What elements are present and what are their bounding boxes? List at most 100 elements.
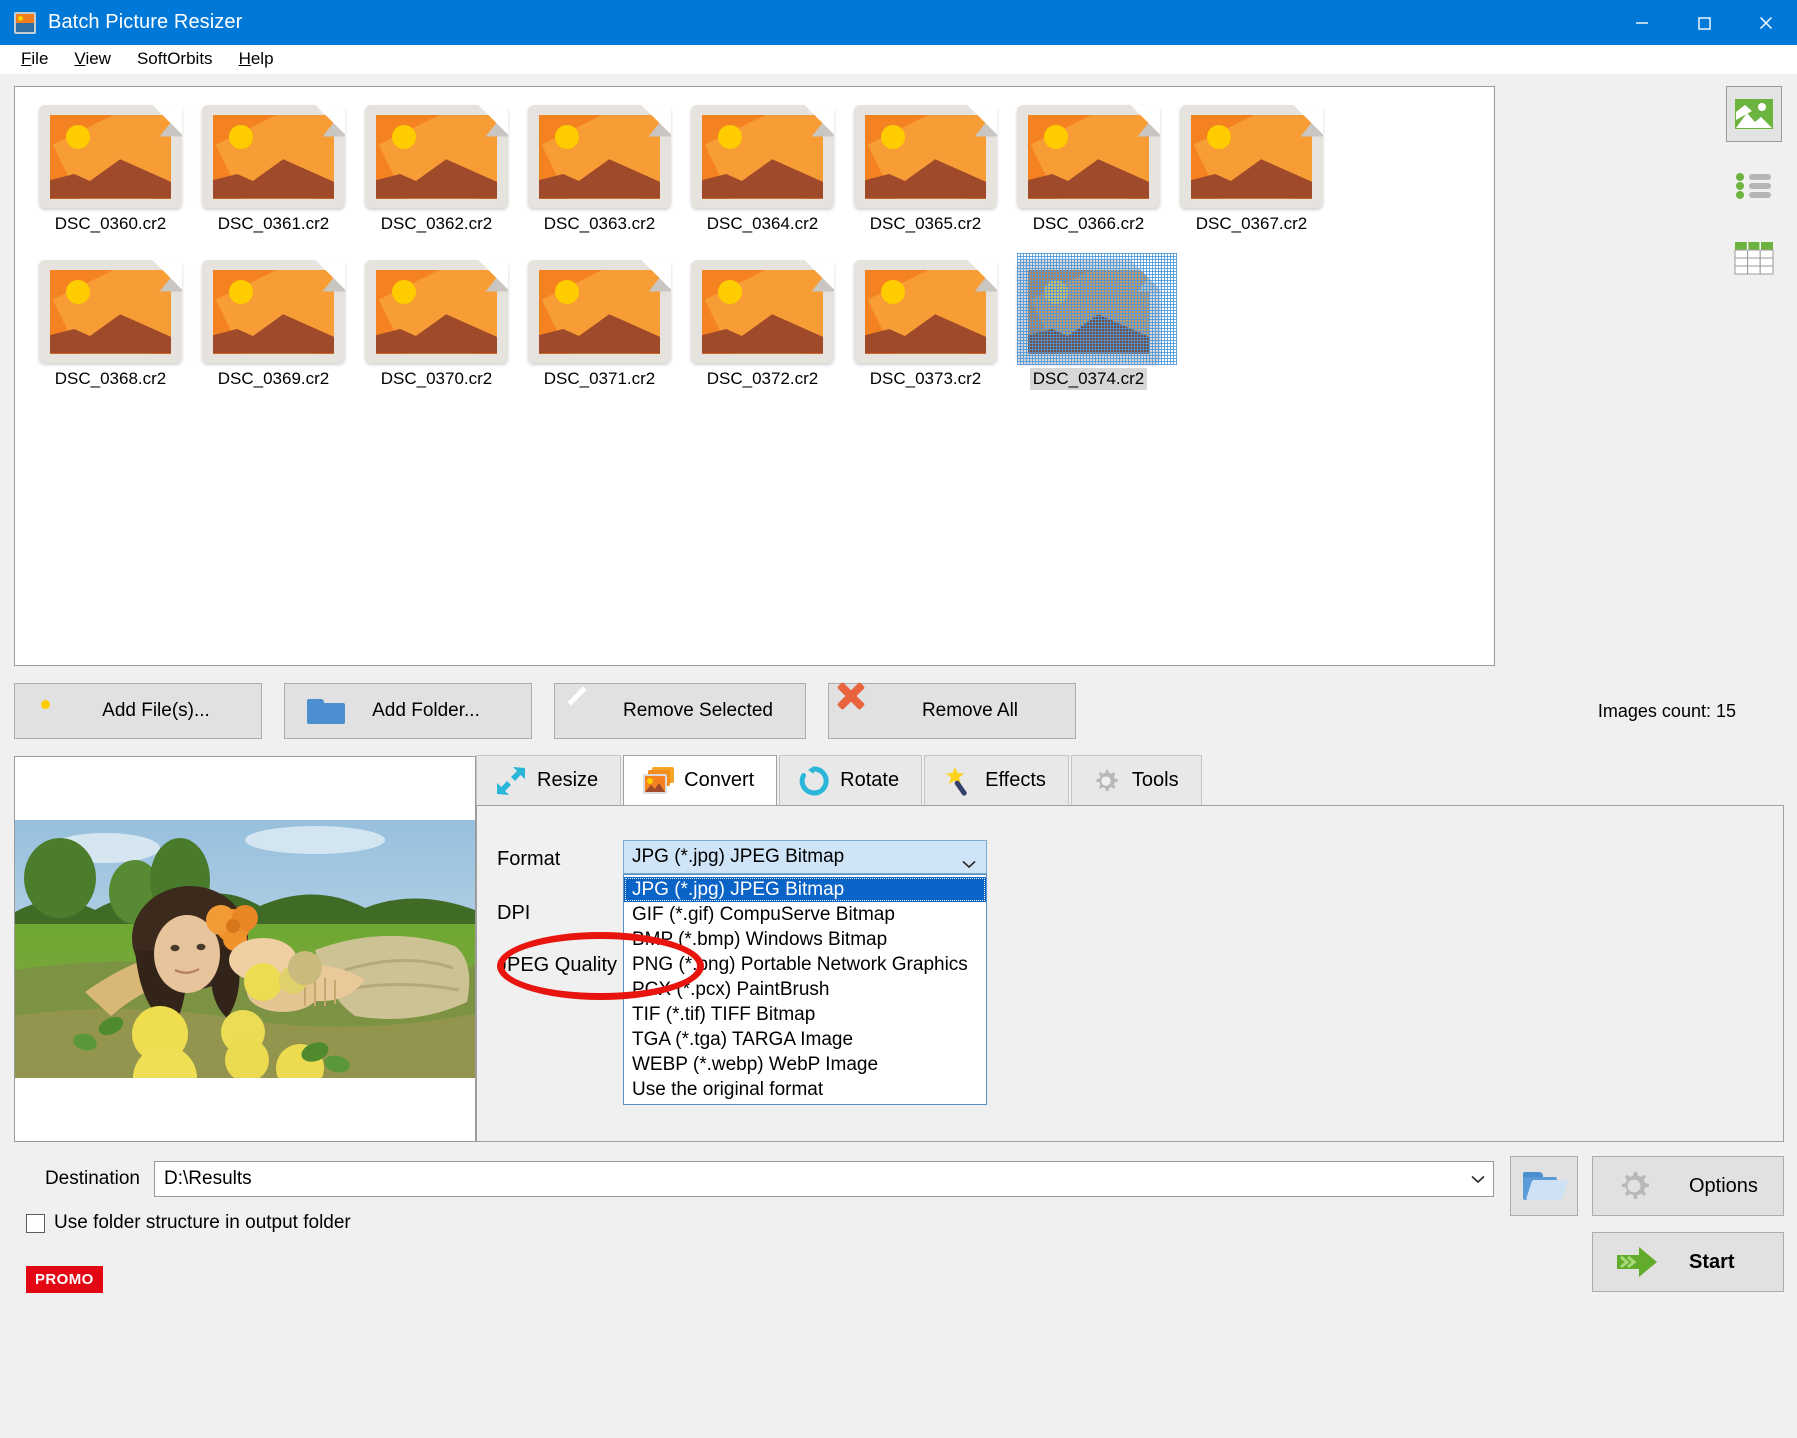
format-dropdown-list[interactable]: JPG (*.jpg) JPEG BitmapGIF (*.gif) Compu…: [623, 874, 987, 1105]
format-option[interactable]: TGA (*.tga) TARGA Image: [624, 1027, 986, 1052]
remove-selected-label: Remove Selected: [587, 700, 773, 722]
tab-convert[interactable]: Convert: [623, 755, 777, 805]
tab-convert-label: Convert: [684, 769, 754, 792]
thumbnail-image: [854, 256, 997, 366]
format-option[interactable]: GIF (*.gif) CompuServe Bitmap: [624, 902, 986, 927]
thumbnail-item[interactable]: DSC_0365.cr2: [844, 101, 1007, 256]
format-option[interactable]: PCX (*.pcx) PaintBrush: [624, 977, 986, 1002]
menu-softorbits[interactable]: SoftOrbits: [124, 46, 226, 72]
thumbnail-image: [202, 101, 345, 211]
thumbnail-image: [202, 256, 345, 366]
thumbnail-label: DSC_0374.cr2: [1030, 368, 1148, 390]
thumbnail-item[interactable]: DSC_0364.cr2: [681, 101, 844, 256]
tab-effects[interactable]: Effects: [924, 755, 1069, 805]
close-button[interactable]: [1735, 0, 1797, 45]
thumbnail-item[interactable]: DSC_0369.cr2: [192, 256, 355, 411]
thumbnail-label: DSC_0370.cr2: [378, 368, 496, 390]
images-count-label: Images count: 15: [1598, 701, 1736, 722]
thumbnail-label: DSC_0360.cr2: [52, 213, 170, 235]
tab-rotate-label: Rotate: [840, 769, 899, 792]
gear-icon: [1090, 766, 1122, 796]
chevron-down-icon: [962, 853, 976, 862]
start-button[interactable]: Start: [1592, 1232, 1784, 1292]
maximize-button[interactable]: [1673, 0, 1735, 45]
thumbnail-item[interactable]: DSC_0362.cr2: [355, 101, 518, 256]
thumbnail-image: [365, 101, 508, 211]
window-controls: [1611, 0, 1797, 45]
thumbnail-label: DSC_0372.cr2: [704, 368, 822, 390]
format-option[interactable]: Use the original format: [624, 1077, 986, 1102]
preview-image: [15, 820, 475, 1078]
magic-wand-icon: [943, 766, 975, 796]
thumbnail-image: [691, 101, 834, 211]
thumbnail-grid: DSC_0360.cr2 DSC_0361.cr2DSC_0362.cr2 DSC_…: [15, 87, 1494, 411]
remove-all-label: Remove All: [886, 700, 1018, 722]
menu-bar: FFileile View SoftOrbits Help: [0, 45, 1797, 74]
folder-structure-checkbox[interactable]: [26, 1214, 45, 1233]
green-arrow-icon: [1615, 1245, 1659, 1279]
thumbnail-image: [1017, 256, 1160, 366]
application-window: Batch Picture Resizer FFileile View Soft…: [0, 0, 1797, 1438]
thumbnail-image: [528, 256, 671, 366]
file-list-panel[interactable]: DSC_0360.cr2 DSC_0361.cr2DSC_0362.cr2 DSC_…: [14, 86, 1495, 666]
destination-value: D:\Results: [164, 1168, 252, 1190]
add-folder-button[interactable]: Add Folder...: [284, 683, 532, 739]
thumbnail-item[interactable]: DSC_0371.cr2: [518, 256, 681, 411]
thumbnail-item[interactable]: DSC_0374.cr2: [1007, 256, 1170, 411]
thumbnail-image: [1180, 101, 1323, 211]
file-actions-row: Add File(s)... Add Folder... Remove Sele…: [14, 682, 1784, 740]
tab-rotate[interactable]: Rotate: [779, 755, 922, 805]
thumbnail-item[interactable]: DSC_0370.cr2: [355, 256, 518, 411]
menu-help[interactable]: Help: [226, 46, 287, 72]
destination-input[interactable]: D:\Results: [154, 1161, 1494, 1197]
list-view-button[interactable]: [1726, 158, 1782, 214]
options-button[interactable]: Options: [1592, 1156, 1784, 1216]
format-option[interactable]: WEBP (*.webp) WebP Image: [624, 1052, 986, 1077]
tab-resize[interactable]: Resize: [476, 755, 621, 805]
thumbnail-label: DSC_0366.cr2: [1030, 213, 1148, 235]
thumbnail-label: DSC_0369.cr2: [215, 368, 333, 390]
tab-tools[interactable]: Tools: [1071, 755, 1202, 805]
thumbnail-image: [854, 101, 997, 211]
thumbnail-image: [39, 256, 182, 366]
folder-structure-row[interactable]: Use folder structure in output folder: [26, 1212, 351, 1234]
app-icon: [14, 12, 36, 34]
thumbnail-label: DSC_0367.cr2: [1193, 213, 1311, 235]
thumbnail-item[interactable]: DSC_0360.cr2: [29, 101, 192, 256]
thumbnail-item[interactable]: DSC_0361.cr2: [192, 101, 355, 256]
format-option[interactable]: PNG (*.png) Portable Network Graphics: [624, 952, 986, 977]
add-files-button[interactable]: Add File(s)...: [14, 683, 262, 739]
thumbnail-item[interactable]: DSC_0366.cr2: [1007, 101, 1170, 256]
thumbnail-view-button[interactable]: [1726, 86, 1782, 142]
thumbnail-item[interactable]: DSC_0372.cr2: [681, 256, 844, 411]
menu-view[interactable]: View: [61, 46, 124, 72]
remove-all-button[interactable]: Remove All: [828, 683, 1076, 739]
table-icon: [1734, 241, 1774, 275]
thumbnail-item[interactable]: DSC_0363.cr2: [518, 101, 681, 256]
menu-file[interactable]: FFileile: [8, 46, 61, 72]
thumbnail-item[interactable]: DSC_0367.cr2: [1170, 101, 1333, 256]
format-option[interactable]: JPG (*.jpg) JPEG Bitmap: [624, 877, 986, 902]
thumbnail-label: DSC_0363.cr2: [541, 213, 659, 235]
chevron-down-icon[interactable]: [1471, 1168, 1485, 1190]
promo-badge[interactable]: PROMO: [26, 1266, 103, 1293]
details-view-button[interactable]: [1726, 230, 1782, 286]
thumbnail-item[interactable]: DSC_0368.cr2: [29, 256, 192, 411]
rotate-icon: [798, 766, 830, 796]
folder-structure-label: Use folder structure in output folder: [54, 1212, 351, 1234]
remove-selected-button[interactable]: Remove Selected: [554, 683, 806, 739]
tab-resize-label: Resize: [537, 769, 598, 792]
minimize-button[interactable]: [1611, 0, 1673, 45]
format-option[interactable]: BMP (*.bmp) Windows Bitmap: [624, 927, 986, 952]
options-label: Options: [1689, 1175, 1758, 1198]
format-option[interactable]: TIF (*.tif) TIFF Bitmap: [624, 1002, 986, 1027]
format-label: Format: [497, 848, 560, 871]
thumbnail-label: DSC_0373.cr2: [867, 368, 985, 390]
format-combobox[interactable]: JPG (*.jpg) JPEG Bitmap: [623, 840, 987, 874]
cross-icon: [851, 696, 885, 726]
browse-destination-button[interactable]: [1510, 1156, 1578, 1216]
destination-label: Destination: [14, 1168, 154, 1190]
thumbnail-label: DSC_0371.cr2: [541, 368, 659, 390]
thumbnail-item[interactable]: DSC_0373.cr2: [844, 256, 1007, 411]
thumbnail-image: [1017, 101, 1160, 211]
